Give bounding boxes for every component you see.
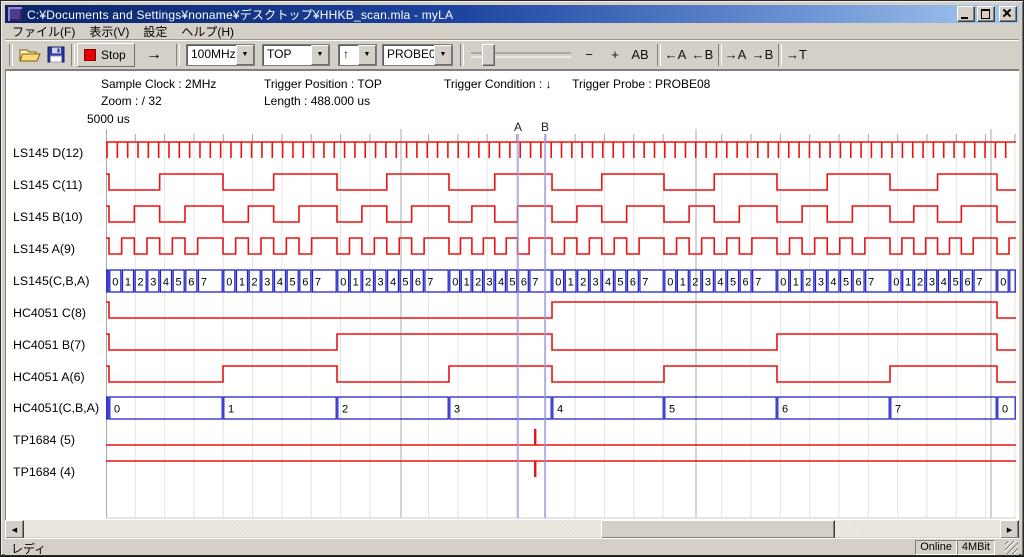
goto-cursor-b-left-button[interactable]: ←B (690, 44, 715, 66)
menu-settings[interactable]: 設定 (136, 23, 174, 40)
titlebar: C:¥Documents and Settings¥noname¥デスクトップ¥… (5, 5, 1019, 23)
timescale-label: 5000 us (87, 112, 130, 126)
sample-clock-combo[interactable]: 100MHz ▼ (186, 44, 255, 66)
stop-square-icon (84, 49, 96, 61)
minimize-icon (961, 17, 968, 19)
toolbar-separator (460, 44, 464, 66)
trigger-probe-value: PROBE00 (383, 45, 434, 65)
toolbar-separator (176, 44, 180, 66)
window-title: C:¥Documents and Settings¥noname¥デスクトップ¥… (27, 6, 453, 23)
statusbar: レディ Online 4MBit (5, 538, 1019, 555)
app-window: C:¥Documents and Settings¥noname¥デスクトップ¥… (0, 0, 1024, 556)
info-trigger-position: Trigger Position : TOP (264, 77, 382, 91)
menu-file[interactable]: ファイル(F) (5, 23, 82, 40)
info-trigger-condition-line: Trigger Condition : ↓ Trigger Probe : PR… (444, 77, 710, 91)
toolbar-separator (718, 44, 722, 66)
trigger-position-value: TOP (263, 45, 311, 65)
zoom-in-button[interactable]: + (603, 44, 627, 66)
goto-cursor-b-right-button[interactable]: →B (750, 44, 775, 66)
toolbar-separator (71, 44, 75, 66)
menu-help[interactable]: ヘルプ(H) (174, 23, 241, 40)
toolbar-separator (657, 44, 661, 66)
info-trigger-probe: Trigger Probe : PROBE08 (572, 77, 710, 91)
trigger-edge-combo[interactable]: ↑ ▼ (338, 44, 377, 66)
toolbar-grip (9, 44, 13, 66)
chevron-down-icon[interactable]: ▼ (236, 45, 254, 65)
ab-button[interactable]: AB (627, 44, 653, 66)
stop-button[interactable]: Stop (77, 43, 135, 67)
trigger-position-combo[interactable]: TOP ▼ (262, 44, 330, 66)
info-sample-clock: Sample Clock : 2MHz (101, 77, 216, 91)
minimize-button[interactable] (957, 6, 975, 22)
open-file-button[interactable] (17, 44, 43, 66)
scroll-right-button[interactable]: ▶ (1000, 520, 1019, 539)
info-trigger-condition: Trigger Condition : ↓ (444, 77, 552, 91)
info-zoom: Zoom : / 32 (101, 94, 162, 108)
maximize-button[interactable] (977, 6, 995, 22)
app-icon (7, 6, 23, 22)
status-ready-text: レディ (11, 540, 46, 557)
run-button[interactable]: → (139, 44, 169, 66)
save-file-button[interactable] (43, 44, 69, 66)
toolbar-separator (778, 44, 782, 66)
close-button[interactable] (999, 6, 1017, 22)
horizontal-scrollbar[interactable]: ◀ ▶ (5, 520, 1019, 537)
scrollbar-thumb[interactable] (601, 520, 835, 539)
open-folder-icon (19, 46, 41, 63)
stop-label: Stop (101, 48, 126, 62)
menubar: ファイル(F) 表示(V) 設定 ヘルプ(H) (5, 24, 1019, 40)
waveform-client-area (5, 70, 1019, 520)
maximize-icon (981, 9, 990, 19)
info-length: Length : 488.000 us (264, 94, 370, 108)
chevron-down-icon[interactable]: ▼ (358, 45, 376, 65)
menu-view[interactable]: 表示(V) (82, 23, 136, 40)
status-online-badge: Online (915, 540, 957, 555)
trigger-edge-value: ↑ (339, 45, 358, 65)
goto-cursor-a-left-button[interactable]: ←A (663, 44, 688, 66)
chevron-down-icon[interactable]: ▼ (434, 45, 452, 65)
trigger-probe-combo[interactable]: PROBE00 ▼ (382, 44, 453, 66)
sample-clock-value: 100MHz (187, 45, 236, 65)
zoom-out-button[interactable]: − (577, 44, 601, 66)
floppy-save-icon (47, 46, 65, 63)
resize-grip[interactable] (1005, 541, 1018, 554)
scroll-left-button[interactable]: ◀ (5, 520, 24, 539)
toolbar: Stop → 100MHz ▼ TOP ▼ ↑ ▼ PROBE00 ▼ − + … (5, 40, 1019, 70)
status-memory-badge: 4MBit (957, 540, 995, 555)
goto-cursor-a-right-button[interactable]: →A (723, 44, 748, 66)
goto-trigger-button[interactable]: →T (784, 44, 809, 66)
chevron-down-icon[interactable]: ▼ (311, 45, 329, 65)
window-controls (955, 6, 1019, 22)
zoom-slider-handle[interactable] (482, 44, 495, 66)
